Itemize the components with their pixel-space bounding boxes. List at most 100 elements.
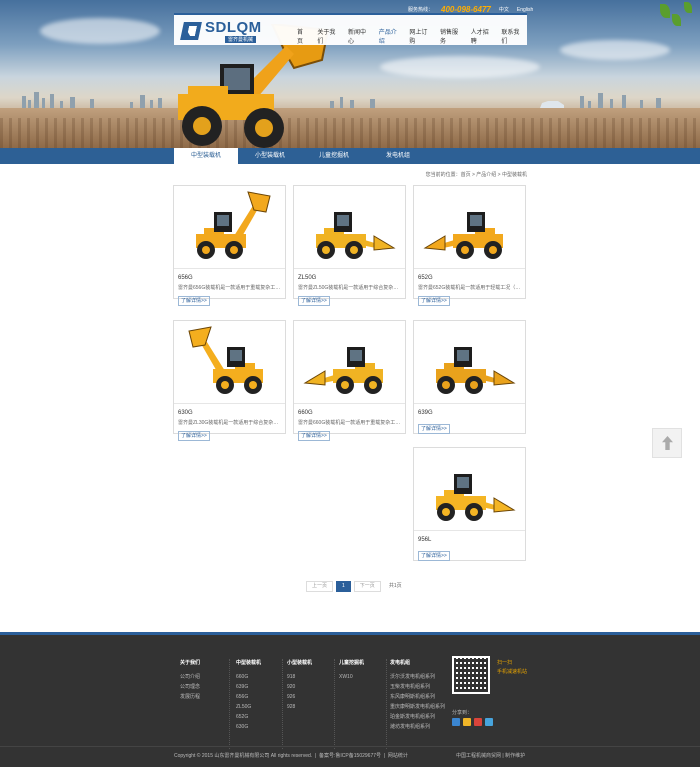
city-skyline — [0, 88, 700, 110]
details-button[interactable]: 了解详情>> — [418, 296, 450, 306]
product-name[interactable]: 656G — [178, 275, 193, 281]
tab-small-loader[interactable]: 小型装载机 — [238, 148, 302, 164]
nav-about[interactable]: 关于我们 — [312, 15, 343, 45]
details-button[interactable]: 了解详情>> — [418, 551, 450, 561]
nav-news[interactable]: 新闻中心 — [343, 15, 374, 45]
tab-medium-loader[interactable]: 中型装载机 — [174, 148, 238, 164]
footer-link[interactable]: 沃尔沃发电机组系列 — [390, 672, 445, 682]
product-name[interactable]: 652G — [418, 275, 433, 281]
lang-cn-link[interactable]: 中文 — [499, 6, 509, 13]
tab-generator[interactable]: 发电机组 — [366, 148, 430, 164]
lang-en-link[interactable]: English — [517, 7, 533, 13]
footer-link[interactable]: 公司理念 — [180, 682, 229, 692]
product-image[interactable] — [414, 321, 525, 404]
product-image[interactable] — [294, 321, 405, 404]
product-desc: 雷齐曼652G装载机是一款适用于轻载工况（煤炭）的机型 — [418, 285, 521, 291]
product-card[interactable]: 639G 了解详情>> — [413, 320, 526, 434]
footer-link[interactable]: 发展历程 — [180, 692, 229, 702]
product-name[interactable]: 639G — [418, 410, 433, 416]
product-card[interactable]: 656G 雷齐曼656G装载机是一款适用于重载复杂工况作业的机型 了解详情>> — [173, 185, 286, 306]
page-number-current[interactable]: 1 — [336, 581, 351, 592]
footer-link[interactable]: ZL50G — [236, 702, 282, 712]
logo-subtitle: 雷齐曼机械 — [225, 36, 257, 43]
product-name[interactable]: 630G — [178, 410, 193, 416]
site-header: SDLQM 雷齐曼机械 首页 关于我们 新闻中心 产品介绍 网上订购 销售服务 … — [174, 13, 527, 45]
footer-divider — [0, 746, 700, 747]
product-name[interactable]: ZL50G — [298, 275, 316, 281]
share-qzone-icon[interactable] — [452, 718, 460, 726]
icp-number[interactable]: 备案号:鲁ICP备15029677号 — [319, 753, 381, 759]
share-weibo-icon[interactable] — [474, 718, 482, 726]
product-name[interactable]: 660G — [298, 410, 313, 416]
breadcrumb: 您当前的位置：首页 > 产品介绍 > 中型装载机 — [425, 172, 527, 178]
product-image[interactable] — [414, 448, 525, 531]
footer-column-about: 关于我们 公司介绍 公司理念 发展历程 — [180, 659, 230, 749]
cloud — [40, 18, 160, 44]
footer-link[interactable]: 公司介绍 — [180, 672, 229, 682]
nav-order[interactable]: 网上订购 — [404, 15, 435, 45]
share-star-icon[interactable] — [463, 718, 471, 726]
product-image[interactable] — [294, 186, 405, 269]
product-desc: 雷齐曼656G装载机是一款适用于重载复杂工况作业的机型 — [178, 285, 281, 291]
details-button[interactable]: 了解详情>> — [178, 431, 210, 441]
nav-jobs[interactable]: 人才招聘 — [466, 15, 497, 45]
details-button[interactable]: 了解详情>> — [178, 296, 210, 306]
product-image[interactable] — [174, 321, 285, 404]
qr-code — [452, 656, 490, 694]
footer-link[interactable]: 660G — [236, 672, 282, 682]
qr-caption-sub: 手机减速机站 — [497, 669, 528, 675]
copyright-bar: Copyright © 2015 山东雷齐曼机械有限公司 All rights … — [174, 753, 408, 759]
nav-service[interactable]: 销售服务 — [435, 15, 466, 45]
nav-contact[interactable]: 联系我们 — [496, 15, 527, 45]
product-card[interactable]: 652G 雷齐曼652G装载机是一款适用于轻载工况（煤炭）的机型 了解详情>> — [413, 185, 526, 306]
hotline-label: 服务热线： — [408, 7, 434, 13]
details-button[interactable]: 了解详情>> — [298, 296, 330, 306]
footer-partner-links[interactable]: 中国工程机械商贸网 | 制作维护 — [456, 752, 525, 759]
main-nav: 首页 关于我们 新闻中心 产品介绍 网上订购 销售服务 人才招聘 联系我们 — [292, 13, 527, 45]
back-to-top-button[interactable] — [652, 428, 682, 458]
details-button[interactable]: 了解详情>> — [298, 431, 330, 441]
footer-link[interactable]: 玉柴发电机组系列 — [390, 682, 445, 692]
footer-column-small-loaders: 小型装载机 918 920 926 928 — [285, 659, 335, 749]
footer-link[interactable]: 656G — [236, 692, 282, 702]
nav-home[interactable]: 首页 — [292, 15, 312, 45]
share-tencent-icon[interactable] — [485, 718, 493, 726]
footer-link[interactable]: 珀金斯发电机组系列 — [390, 712, 445, 722]
product-card[interactable]: ZL50G 雷齐曼ZL50G装载机是一款适用于综合复杂工况的机型 了解详情>> — [293, 185, 406, 306]
footer-link[interactable]: 630G — [236, 722, 282, 732]
product-card[interactable]: 660G 雷齐曼660G装载机是一款适用于重载复杂工况作业的机型 了解详情>> — [293, 320, 406, 441]
product-card[interactable]: 956L 了解详情>> — [413, 447, 526, 561]
stats-link[interactable]: 网站统计 — [388, 753, 408, 759]
cloud — [560, 40, 670, 60]
product-name[interactable]: 956L — [418, 537, 431, 543]
footer-link[interactable]: 652G — [236, 712, 282, 722]
leaf-decoration — [660, 4, 670, 18]
footer-link[interactable]: 918 — [287, 672, 334, 682]
product-desc: 雷齐曼ZL30G装载机是一款适用于综合复杂工况的机型 — [178, 420, 281, 426]
category-nav: 中型装载机 小型装载机 儿童挖掘机 发电机组 — [0, 148, 700, 164]
footer-link[interactable]: 重庆康明斯发电机组系列 — [390, 702, 445, 712]
copyright-text: Copyright © 2015 山东雷齐曼机械有限公司 All rights … — [174, 753, 313, 759]
nav-products[interactable]: 产品介绍 — [373, 13, 405, 45]
footer-link[interactable]: 东风康明斯机组系列 — [390, 692, 445, 702]
footer-link[interactable]: 639G — [236, 682, 282, 692]
product-desc: 雷齐曼660G装载机是一款适用于重载复杂工况作业的机型 — [298, 420, 401, 426]
footer-link[interactable]: 926 — [287, 692, 334, 702]
logo[interactable]: SDLQM 雷齐曼机械 — [180, 19, 262, 43]
tab-kids-excavator[interactable]: 儿童挖掘机 — [302, 148, 366, 164]
product-card[interactable]: 630G 雷齐曼ZL30G装载机是一款适用于综合复杂工况的机型 了解详情>> — [173, 320, 286, 441]
logo-text: SDLQM — [205, 19, 262, 36]
footer-link[interactable]: 920 — [287, 682, 334, 692]
footer-column-title: 中型装载机 — [236, 660, 262, 666]
qr-caption: 扫一扫 — [497, 660, 513, 666]
prev-page-button[interactable]: 上一页 — [306, 581, 334, 592]
next-page-button[interactable]: 下一页 — [353, 581, 381, 592]
footer-column-title: 儿童挖掘机 — [339, 660, 365, 666]
product-image[interactable] — [174, 186, 285, 269]
footer-column-title: 发电机组 — [390, 660, 411, 666]
details-button[interactable]: 了解详情>> — [418, 424, 450, 434]
footer-link[interactable]: 928 — [287, 702, 334, 712]
product-image[interactable] — [414, 186, 525, 269]
footer-link[interactable]: 潍坊发电机组系列 — [390, 722, 445, 732]
footer-link[interactable]: XW10 — [339, 672, 386, 682]
